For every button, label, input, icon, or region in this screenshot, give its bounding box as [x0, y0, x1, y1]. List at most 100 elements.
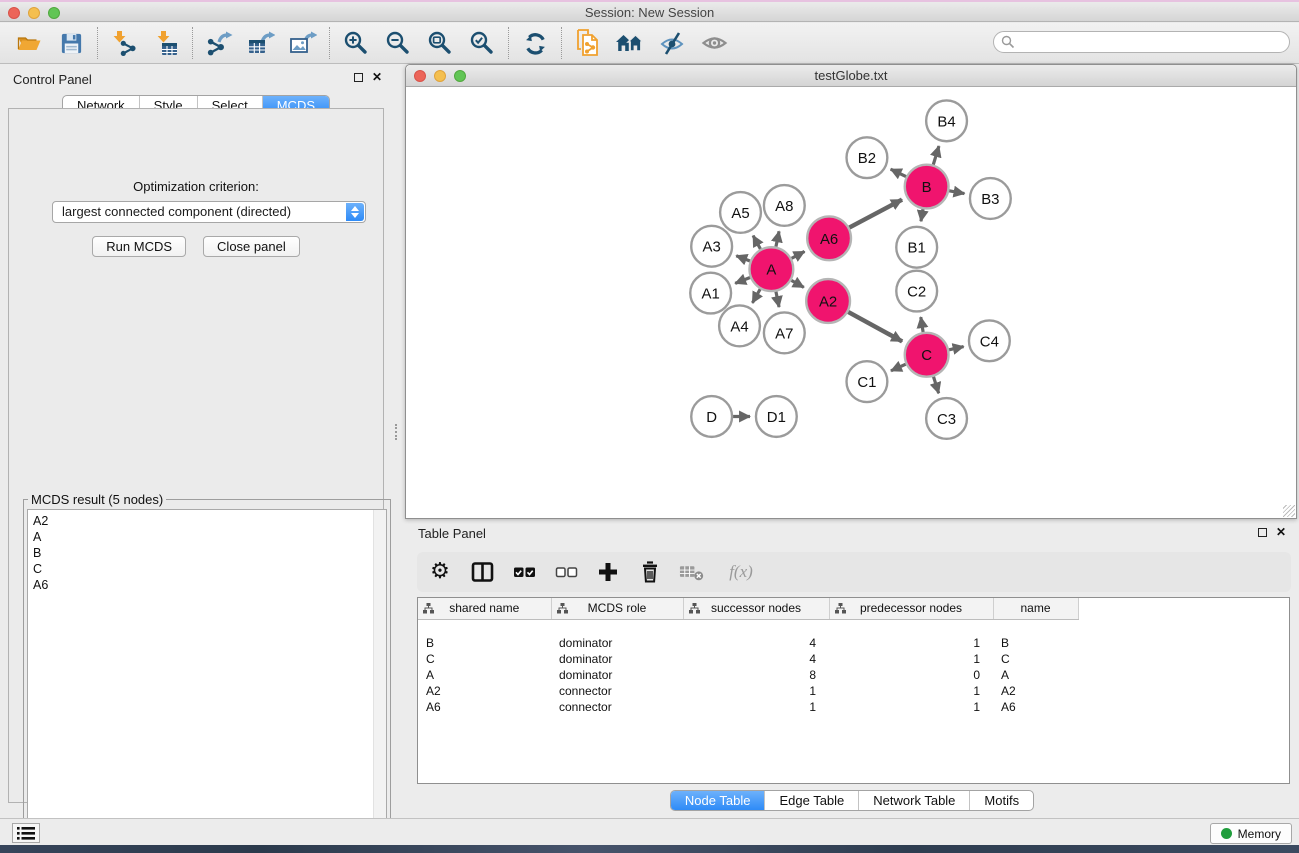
graph-node-A5[interactable]: A5: [720, 192, 761, 233]
cell-name[interactable]: C: [993, 651, 1078, 667]
graph-node-B[interactable]: B: [905, 165, 949, 209]
cell-name[interactable]: A2: [993, 683, 1078, 699]
edge-A-A5[interactable]: [753, 236, 760, 249]
edge-A-A8[interactable]: [776, 231, 779, 246]
graph-node-D[interactable]: D: [691, 396, 732, 437]
zoom-out-button[interactable]: [377, 25, 419, 61]
network-window-titlebar[interactable]: testGlobe.txt: [406, 65, 1296, 87]
open-file-button[interactable]: [8, 25, 50, 61]
home-button[interactable]: [609, 25, 651, 61]
cell-name[interactable]: A: [993, 667, 1078, 683]
column-header-shared-name[interactable]: shared name: [418, 598, 551, 619]
list-item[interactable]: C: [28, 561, 386, 577]
cell-mcds-role[interactable]: connector: [551, 683, 683, 699]
graph-node-C[interactable]: C: [905, 333, 949, 377]
show-columns-button[interactable]: [469, 557, 495, 587]
cell-mcds-role[interactable]: dominator: [551, 667, 683, 683]
cell-shared-name[interactable]: B: [418, 635, 551, 651]
search-field[interactable]: [993, 31, 1290, 53]
vertical-splitter-handle[interactable]: [395, 424, 402, 440]
cell-mcds-role[interactable]: connector: [551, 699, 683, 715]
memory-button[interactable]: Memory: [1210, 823, 1292, 844]
graph-node-A2[interactable]: A2: [806, 279, 850, 323]
edge-A-A6[interactable]: [792, 251, 805, 258]
edge-A-A2[interactable]: [791, 280, 803, 287]
tab-node-table[interactable]: Node Table: [671, 791, 765, 810]
list-item[interactable]: A2: [28, 513, 386, 529]
graph-node-A[interactable]: A: [749, 247, 793, 291]
run-mcds-button[interactable]: Run MCDS: [92, 236, 186, 257]
graph-node-B4[interactable]: B4: [926, 100, 967, 141]
edge-A-A7[interactable]: [776, 292, 779, 307]
cell-mcds-role[interactable]: dominator: [551, 651, 683, 667]
cell-successor-nodes[interactable]: 1: [683, 683, 829, 699]
network-canvas[interactable]: AA1A2A3A4A5A6A7A8BB1B2B3B4CC1C2C3C4DD1: [406, 87, 1296, 518]
table-settings-button[interactable]: ⚙: [427, 557, 453, 587]
column-header-mcds-role[interactable]: MCDS role: [551, 598, 683, 619]
zoom-in-button[interactable]: [335, 25, 377, 61]
graph-node-B2[interactable]: B2: [847, 137, 888, 178]
column-header-successor-nodes[interactable]: successor nodes: [683, 598, 829, 619]
graph-node-D1[interactable]: D1: [756, 396, 797, 437]
export-table-button[interactable]: [240, 25, 282, 61]
close-panel-icon[interactable]: ✕: [1276, 526, 1286, 539]
table-row[interactable]: A6 connector 1 1 A6: [418, 699, 1078, 715]
new-network-from-file-button[interactable]: [567, 25, 609, 61]
float-panel-icon[interactable]: [1258, 528, 1267, 537]
graph-node-A6[interactable]: A6: [807, 216, 851, 260]
refresh-button[interactable]: [514, 25, 556, 61]
cell-predecessor-nodes[interactable]: 1: [829, 651, 993, 667]
edge-B-B4[interactable]: [933, 146, 939, 165]
cell-predecessor-nodes[interactable]: 0: [829, 667, 993, 683]
function-builder-button[interactable]: f(x): [721, 557, 761, 587]
list-item[interactable]: A6: [28, 577, 386, 593]
table-row[interactable]: B dominator 4 1 B: [418, 635, 1078, 651]
table-row[interactable]: A2 connector 1 1 A2: [418, 683, 1078, 699]
edge-A-A3[interactable]: [736, 256, 750, 261]
graph-node-B1[interactable]: B1: [896, 227, 937, 268]
graph-node-A1[interactable]: A1: [690, 273, 731, 314]
graph-node-C1[interactable]: C1: [847, 361, 888, 402]
graph-node-C4[interactable]: C4: [969, 320, 1010, 361]
list-item[interactable]: A: [28, 529, 386, 545]
edge-B-B2[interactable]: [891, 169, 906, 176]
cell-shared-name[interactable]: A: [418, 667, 551, 683]
table-row[interactable]: C dominator 4 1 C: [418, 651, 1078, 667]
cell-successor-nodes[interactable]: 8: [683, 667, 829, 683]
table-row[interactable]: A dominator 8 0 A: [418, 667, 1078, 683]
optimization-criterion-select[interactable]: largest connected component (directed): [52, 201, 366, 223]
show-hide-button[interactable]: [693, 25, 735, 61]
graph-node-A4[interactable]: A4: [719, 305, 760, 346]
graph-node-C2[interactable]: C2: [896, 271, 937, 312]
tab-edge-table[interactable]: Edge Table: [764, 791, 858, 810]
edge-A6-B[interactable]: [849, 200, 902, 228]
column-header-name[interactable]: name: [993, 598, 1078, 619]
edge-B-B1[interactable]: [921, 209, 923, 221]
cell-predecessor-nodes[interactable]: 1: [829, 635, 993, 651]
close-panel-icon[interactable]: ✕: [372, 71, 382, 84]
cell-successor-nodes[interactable]: 4: [683, 651, 829, 667]
delete-column-button[interactable]: [637, 557, 663, 587]
delete-table-button[interactable]: [679, 557, 705, 587]
graph-node-A8[interactable]: A8: [764, 185, 805, 226]
tab-motifs[interactable]: Motifs: [969, 791, 1033, 810]
edge-B-B3[interactable]: [949, 191, 964, 194]
search-input[interactable]: [1015, 33, 1289, 51]
edge-A-A4[interactable]: [752, 289, 760, 303]
select-all-button[interactable]: [511, 557, 537, 587]
cell-name[interactable]: B: [993, 635, 1078, 651]
cell-successor-nodes[interactable]: 1: [683, 699, 829, 715]
column-header-predecessor-nodes[interactable]: predecessor nodes: [829, 598, 993, 619]
export-image-button[interactable]: [282, 25, 324, 61]
cell-shared-name[interactable]: A2: [418, 683, 551, 699]
import-table-button[interactable]: [145, 25, 187, 61]
cell-predecessor-nodes[interactable]: 1: [829, 699, 993, 715]
export-network-button[interactable]: [198, 25, 240, 61]
edge-C-C4[interactable]: [949, 347, 964, 350]
cell-shared-name[interactable]: A6: [418, 699, 551, 715]
import-network-button[interactable]: [103, 25, 145, 61]
edge-C-C2[interactable]: [921, 317, 923, 332]
edge-C-C1[interactable]: [891, 364, 906, 371]
task-history-button[interactable]: [12, 823, 40, 843]
cell-predecessor-nodes[interactable]: 1: [829, 683, 993, 699]
